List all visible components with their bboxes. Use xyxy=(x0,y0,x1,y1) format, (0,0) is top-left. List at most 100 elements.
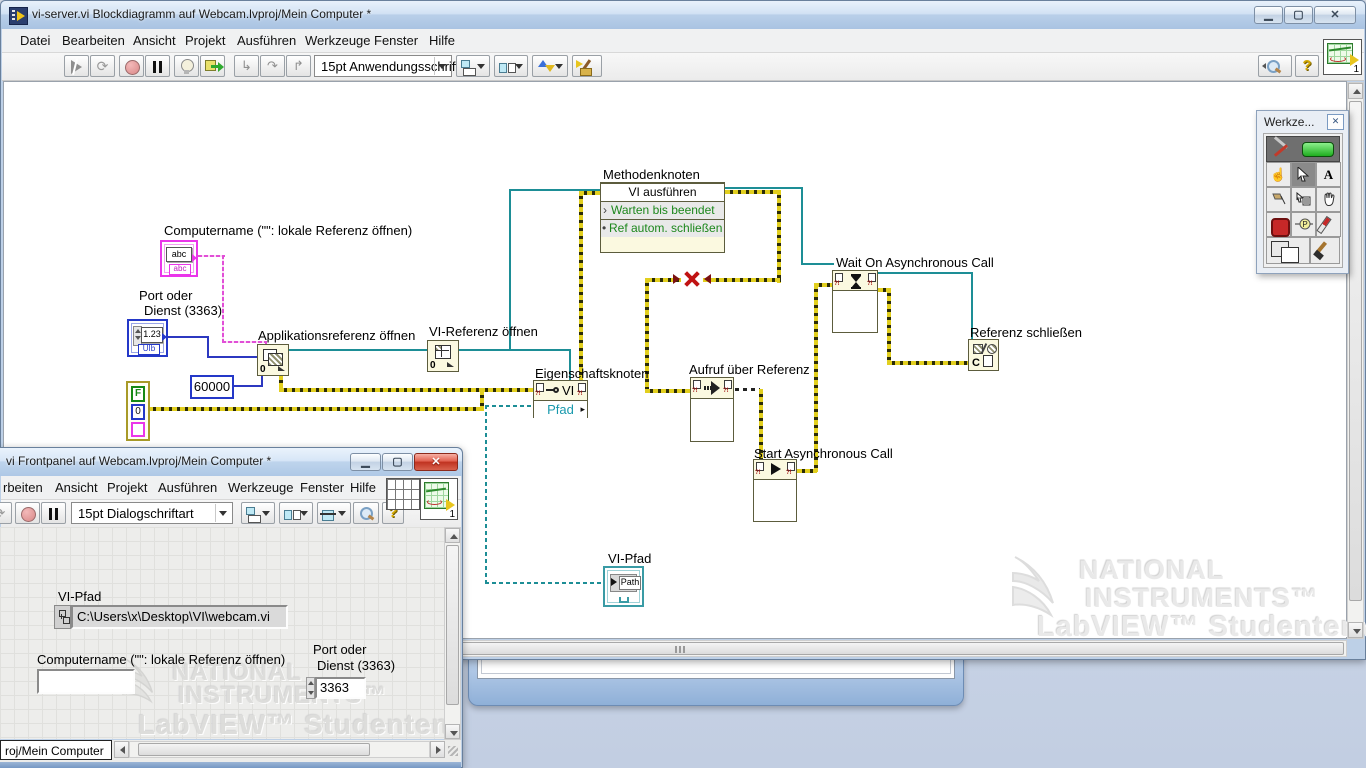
wire-path-dashed[interactable] xyxy=(485,405,487,584)
wire-error[interactable] xyxy=(645,389,691,393)
wire-path-dashed[interactable] xyxy=(485,582,604,584)
menu-item-fenster[interactable]: Fenster xyxy=(374,33,418,48)
maximize-button[interactable]: ▢ xyxy=(1284,6,1313,24)
wire-error[interactable] xyxy=(887,288,891,365)
tool-scroll[interactable] xyxy=(1316,187,1341,212)
wire-vi-ref[interactable] xyxy=(289,349,427,351)
abort-button[interactable] xyxy=(119,55,144,77)
wait-async-node[interactable]: ?! ?! xyxy=(832,270,878,333)
fp-align-objects-button[interactable] xyxy=(241,502,275,524)
fp-port-value[interactable]: 3363 xyxy=(315,677,366,699)
menu-item-bearbeiten[interactable]: Bearbeiten xyxy=(62,33,125,48)
path-indicator[interactable]: Path xyxy=(603,566,644,607)
numeric-stepper[interactable] xyxy=(306,677,315,699)
fp-titlebar[interactable]: vi Frontpanel auf Webcam.lvproj/Mein Com… xyxy=(0,448,462,476)
align-objects-button[interactable] xyxy=(456,55,490,77)
step-out-button[interactable]: ↱ xyxy=(286,55,311,77)
fp-status-context[interactable]: roj/Mein Computer xyxy=(0,740,112,760)
tool-position[interactable] xyxy=(1291,162,1316,187)
wire-error[interactable] xyxy=(703,278,781,282)
continuous-run-button[interactable]: ⟳ xyxy=(90,55,115,77)
menu-item-projekt[interactable]: Projekt xyxy=(185,33,225,48)
vertical-scrollbar-thumb[interactable] xyxy=(1349,101,1362,601)
fp-computername-field[interactable] xyxy=(37,669,135,694)
close-button[interactable]: ✕ xyxy=(1314,6,1356,24)
tool-probe[interactable]: P xyxy=(1291,212,1316,237)
boolean-false-constant[interactable]: F xyxy=(131,386,145,402)
wire-string[interactable] xyxy=(222,255,224,342)
tool-shortcut-menu[interactable] xyxy=(1291,187,1316,212)
wire-error[interactable] xyxy=(814,283,834,287)
wire-error[interactable] xyxy=(725,190,781,194)
fp-vertical-scrollbar[interactable] xyxy=(444,527,461,740)
distribute-objects-button[interactable] xyxy=(494,55,528,77)
numeric-zero-constant[interactable]: 0 xyxy=(131,404,145,420)
wire-vi-ref[interactable] xyxy=(801,263,834,265)
open-app-ref-node[interactable]: 0 xyxy=(257,344,289,376)
open-vi-ref-node[interactable]: 0 xyxy=(427,340,459,372)
fp-abort-button[interactable] xyxy=(15,502,40,524)
wire-error[interactable] xyxy=(279,388,482,392)
fp-port-field[interactable]: 3363 xyxy=(306,677,366,699)
wire-numeric[interactable] xyxy=(234,385,263,387)
invoke-node[interactable]: ?! VI ?! VI ausführen › Warten bis beend… xyxy=(600,182,725,253)
call-by-ref-node[interactable]: ?! ?! xyxy=(690,377,734,442)
retain-wire-values-button[interactable] xyxy=(200,55,225,77)
pause-button[interactable] xyxy=(145,55,170,77)
fp-font-selector[interactable]: 15pt Dialogschriftart xyxy=(71,502,233,524)
cluster-constant[interactable]: F 0 xyxy=(126,381,150,441)
property-row-pfad[interactable]: Pfad ▸ xyxy=(534,400,587,419)
help-button[interactable]: ? xyxy=(1295,55,1319,77)
fp-vertical-scrollbar-thumb[interactable] xyxy=(446,545,459,705)
tool-auto-select[interactable] xyxy=(1266,136,1340,162)
wire-numeric[interactable] xyxy=(167,336,209,338)
tool-breakpoint[interactable] xyxy=(1266,212,1291,237)
tool-connect-wire[interactable] xyxy=(1266,187,1291,212)
wire-numeric[interactable] xyxy=(207,336,209,358)
fp-maximize-button[interactable]: ▢ xyxy=(382,453,413,471)
property-node[interactable]: ?! VI ?! Pfad ▸ xyxy=(533,380,588,419)
fp-resize-objects-button[interactable] xyxy=(317,502,351,524)
cleanup-diagram-button[interactable] xyxy=(572,55,602,77)
tool-set-color[interactable] xyxy=(1266,237,1310,264)
highlight-execution-button[interactable] xyxy=(174,55,199,77)
run-button[interactable] xyxy=(64,55,89,77)
main-titlebar[interactable]: vi-server.vi Blockdiagramm auf Webcam.lv… xyxy=(1,1,1365,29)
broken-wire-icon[interactable] xyxy=(673,269,711,289)
tool-color-copy[interactable] xyxy=(1316,212,1341,237)
search-button[interactable] xyxy=(1258,55,1292,77)
string-empty-constant[interactable] xyxy=(131,422,145,437)
fp-pause-button[interactable] xyxy=(41,502,66,524)
tools-palette[interactable]: Werkze... ✕ ☝ A P xyxy=(1256,110,1349,274)
wire-error[interactable] xyxy=(480,390,484,411)
fp-minimize-button[interactable]: ▁ xyxy=(350,453,381,471)
invoke-row-autoclose[interactable]: • Ref autom. schließen xyxy=(601,219,724,237)
font-selector[interactable]: 15pt Anwendungsschriftart xyxy=(314,55,474,77)
wire-vi-ref[interactable] xyxy=(801,187,803,265)
wire-numeric[interactable] xyxy=(207,356,259,358)
lv-app-icon[interactable]: 1 xyxy=(1323,39,1362,75)
fp-continuous-run-button[interactable]: ⟳ xyxy=(0,502,12,524)
wire-broken-stub[interactable] xyxy=(735,388,760,391)
close-ref-node[interactable]: C xyxy=(968,339,999,371)
menu-item-ausfuehren[interactable]: Ausführen xyxy=(237,33,296,48)
invoke-row-wait[interactable]: › Warten bis beendet xyxy=(601,201,724,219)
fp-menu-item-ausfuehren[interactable]: Ausführen xyxy=(158,480,217,495)
fp-hscroll-right[interactable] xyxy=(430,741,445,758)
numeric-constant-timeout[interactable]: 60000 xyxy=(190,375,234,399)
wire-error[interactable] xyxy=(148,407,484,411)
string-control[interactable]: abc abc xyxy=(160,240,198,277)
palette-close-button[interactable]: ✕ xyxy=(1327,114,1344,130)
minimize-button[interactable]: ▁ xyxy=(1254,6,1283,24)
reorder-button[interactable] xyxy=(532,55,568,77)
fp-panel[interactable]: NATIONAL INSTRUMENTS™ LabVIEW™ Studenten… xyxy=(0,527,444,739)
numeric-control[interactable]: 1.23 UIb xyxy=(127,319,168,357)
fp-menu-item-bearbeiten[interactable]: rbeiten xyxy=(3,480,43,495)
fp-menu-item-werkzeuge[interactable]: Werkzeuge xyxy=(228,480,294,495)
fp-grid-icon[interactable] xyxy=(386,478,420,510)
fp-vi-pfad-field[interactable]: C:\Users\x\Desktop\VI\webcam.vi xyxy=(54,605,288,629)
fp-hscroll-left[interactable] xyxy=(114,741,129,758)
menu-item-werkzeuge[interactable]: Werkzeuge xyxy=(305,33,371,48)
step-into-button[interactable]: ↳ xyxy=(234,55,259,77)
wire-vi-ref[interactable] xyxy=(878,272,973,274)
